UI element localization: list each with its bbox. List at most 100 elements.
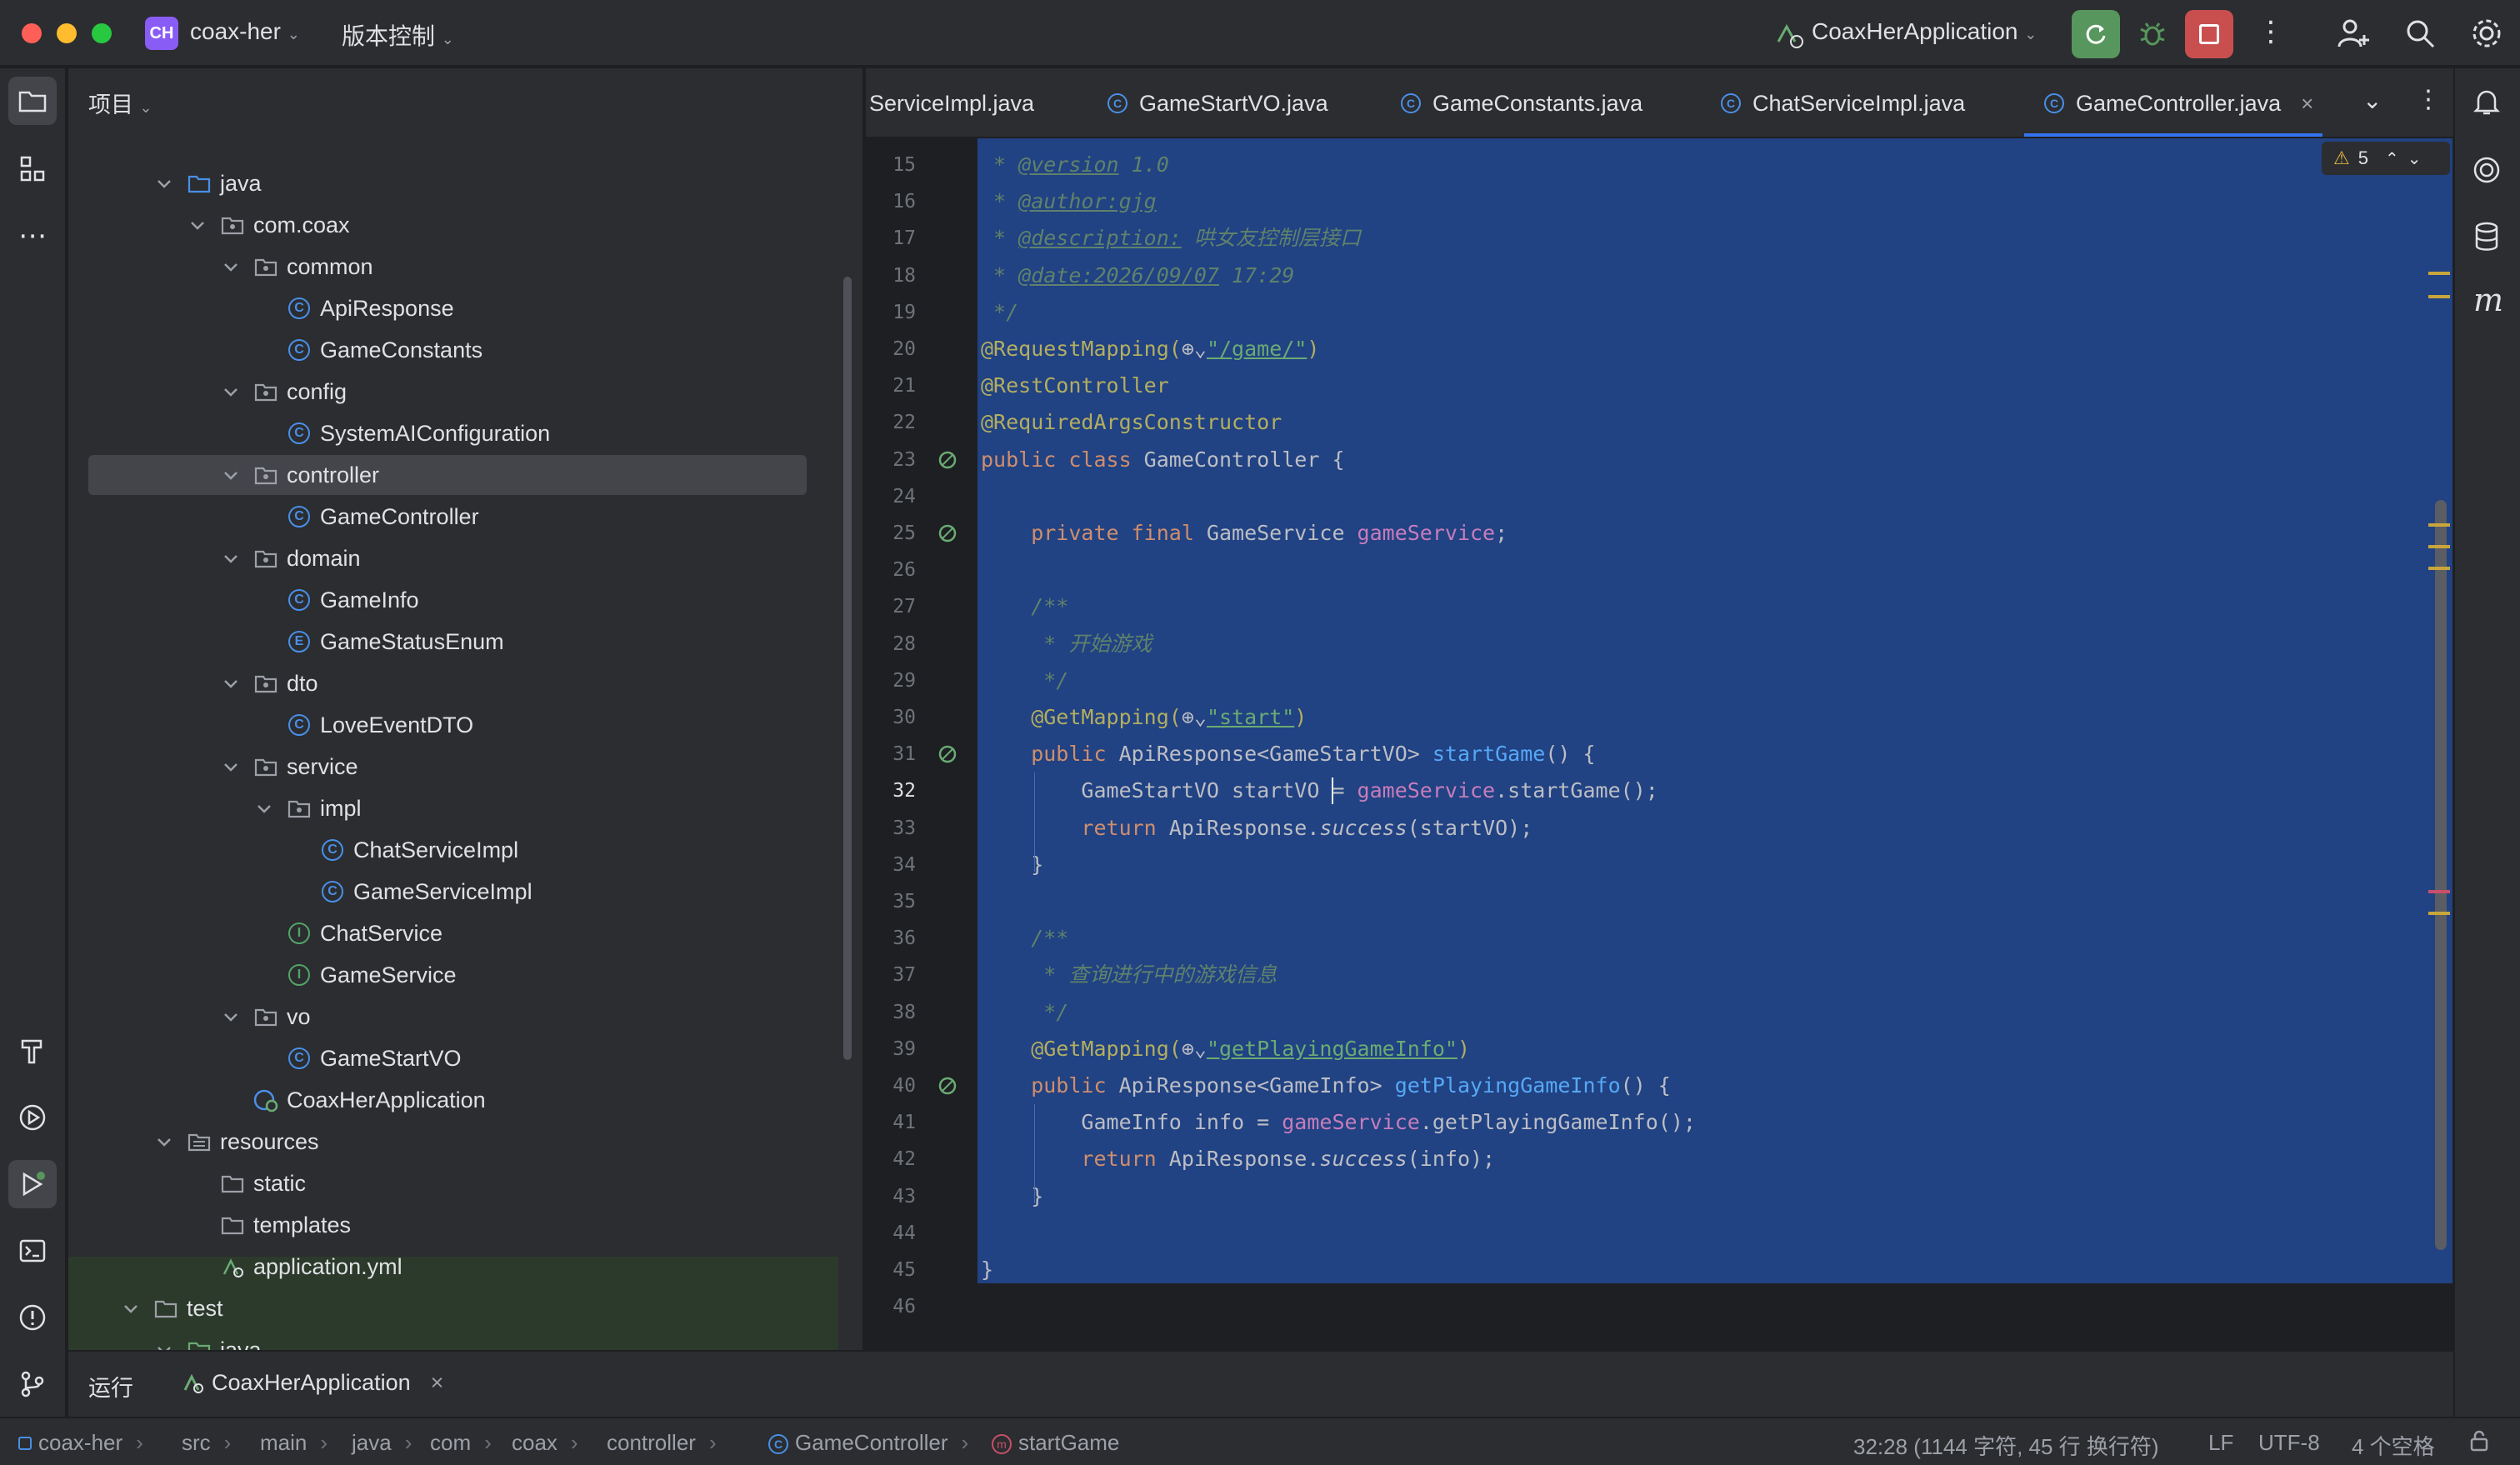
chevron-down-icon[interactable] [155, 174, 173, 192]
code-line[interactable]: @GetMapping(⊕⌄"start") [981, 699, 1307, 736]
more-tools-button[interactable]: ⋯ [8, 212, 57, 260]
lock-icon[interactable] [2467, 1428, 2492, 1453]
zoom-window-button[interactable] [92, 23, 112, 43]
close-tab-icon[interactable]: × [2301, 91, 2313, 117]
tree-item[interactable]: domain [68, 538, 852, 578]
tree-item[interactable]: test [68, 1288, 852, 1328]
endpoint-icon[interactable] [936, 742, 961, 768]
structure-tool-button[interactable] [8, 145, 57, 193]
code-line[interactable]: } [981, 1252, 993, 1288]
close-window-button[interactable] [22, 23, 42, 43]
settings-button[interactable] [2470, 17, 2503, 50]
vcs-dropdown[interactable]: 版本控制 ⌄ [342, 18, 454, 52]
line-number[interactable]: 27 [866, 588, 916, 625]
line-number[interactable]: 33 [866, 810, 916, 847]
tree-item[interactable]: controller [68, 455, 852, 495]
run-tool-button[interactable] [8, 1160, 57, 1208]
close-run-tab-icon[interactable]: × [431, 1370, 444, 1396]
bean-icon[interactable] [936, 448, 961, 473]
line-number[interactable]: 16 [866, 183, 916, 220]
build-tool-button[interactable] [8, 1027, 57, 1075]
code-line[interactable]: */ [981, 994, 1068, 1031]
ai-assistant-button[interactable] [2470, 153, 2503, 187]
tab-gamestartvo[interactable]: C GameStartVO.java [1108, 68, 1328, 137]
debug-button[interactable] [2132, 13, 2173, 55]
tree-item[interactable]: resources [68, 1122, 852, 1162]
tree-item[interactable]: C GameInfo [68, 580, 852, 620]
line-number[interactable]: 40 [866, 1068, 916, 1104]
run-tab[interactable]: CoaxHerApplication × [182, 1370, 443, 1396]
tab-list-button[interactable]: ⌄ [2362, 87, 2382, 114]
tree-item[interactable]: E GameStatusEnum [68, 622, 852, 662]
tree-item[interactable]: service [68, 747, 852, 787]
tree-item[interactable]: C GameController [68, 497, 852, 537]
tab-gameconstants[interactable]: C GameConstants.java [1401, 68, 1642, 137]
line-number[interactable]: 21 [866, 368, 916, 404]
line-number[interactable]: 24 [866, 478, 916, 515]
stop-button[interactable] [2185, 10, 2233, 58]
tab-serviceimpl[interactable]: ServiceImpl.java [869, 68, 1034, 137]
tree-item[interactable]: C SystemAIConfiguration [68, 413, 852, 453]
chevron-down-icon[interactable] [222, 1008, 240, 1026]
maven-button[interactable]: m [2473, 282, 2503, 318]
tab-chatserviceimpl[interactable]: C ChatServiceImpl.java [1721, 68, 1965, 137]
code-line[interactable]: @RequiredArgsConstructor [981, 404, 1282, 441]
breadcrumb-item[interactable]: java › [352, 1430, 412, 1456]
code-line[interactable]: * @author:gjg [981, 183, 1157, 220]
tree-item[interactable]: I GameService [68, 955, 852, 995]
file-encoding[interactable]: UTF-8 [2258, 1430, 2320, 1456]
line-number[interactable]: 19 [866, 294, 916, 331]
code-line[interactable]: @RestController [981, 368, 1169, 404]
code-line[interactable]: * @description: 哄女友控制层接口 [981, 220, 1361, 257]
code-line[interactable]: return ApiResponse.success(startVO); [981, 810, 1532, 847]
tree-item[interactable]: C GameConstants [68, 330, 852, 370]
chevron-down-icon[interactable] [222, 382, 240, 401]
tree-item[interactable]: static [68, 1163, 852, 1203]
breadcrumb-item[interactable]: C GameController › [768, 1430, 968, 1456]
line-number[interactable]: 45 [866, 1252, 916, 1288]
code-line[interactable]: public ApiResponse<GameInfo> getPlayingG… [981, 1068, 1671, 1104]
code-line[interactable]: @GetMapping(⊕⌄"getPlayingGameInfo") [981, 1031, 1470, 1068]
chevron-down-icon[interactable] [122, 1299, 140, 1318]
search-button[interactable] [2403, 17, 2437, 50]
code-lines[interactable]: * @version 1.0 * @author:gjg * @descript… [981, 147, 2448, 1330]
code-line[interactable]: * 查询进行中的游戏信息 [981, 957, 1277, 993]
next-highlight-icon[interactable]: ⌄ [2408, 148, 2422, 169]
line-number[interactable]: 39 [866, 1031, 916, 1068]
previous-highlight-icon[interactable]: ⌃ [2385, 148, 2399, 169]
breadcrumb-item[interactable]: com › [430, 1430, 492, 1456]
tree-item[interactable]: common [68, 247, 852, 287]
code-line[interactable]: public class GameController { [981, 442, 1345, 478]
code-line[interactable]: GameStartVO startVO = gameService.startG… [981, 772, 1658, 809]
tree-item[interactable]: C GameStartVO [68, 1038, 852, 1078]
line-number[interactable]: 22 [866, 404, 916, 441]
code-line[interactable]: GameInfo info = gameService.getPlayingGa… [981, 1104, 1696, 1141]
chevron-down-icon[interactable] [255, 799, 273, 818]
line-number[interactable]: 15 [866, 147, 916, 183]
line-number[interactable]: 44 [866, 1215, 916, 1252]
breadcrumb-item[interactable]: controller › [607, 1430, 717, 1456]
code-line[interactable]: public ApiResponse<GameStartVO> startGam… [981, 736, 1595, 772]
more-actions-button[interactable]: ⋮ [2257, 15, 2285, 48]
code-line[interactable]: /** [981, 920, 1068, 957]
breadcrumb-item[interactable]: src › [182, 1430, 231, 1456]
line-number[interactable]: 23 [866, 442, 916, 478]
line-number[interactable]: 32 [866, 772, 916, 809]
tree-item[interactable]: impl [68, 788, 852, 828]
line-number[interactable]: 35 [866, 883, 916, 920]
code-line[interactable]: @RequestMapping(⊕⌄"/game/") [981, 331, 1319, 368]
code-line[interactable]: /** [981, 588, 1068, 625]
line-number[interactable]: 18 [866, 258, 916, 294]
tree-item[interactable]: java [68, 163, 852, 203]
tree-item[interactable]: dto [68, 663, 852, 703]
run-config-dropdown[interactable]: CoaxHerApplication ⌄ [1812, 18, 2037, 45]
editor-more-button[interactable]: ⋮ [2416, 85, 2441, 114]
notifications-button[interactable] [2470, 85, 2503, 118]
chevron-down-icon[interactable] [155, 1132, 173, 1151]
tree-item[interactable]: vo [68, 997, 852, 1037]
code-line[interactable]: * @version 1.0 [981, 147, 1169, 183]
tree-item[interactable]: C ChatServiceImpl [68, 830, 852, 870]
endpoint-icon[interactable] [936, 1074, 961, 1099]
breadcrumb-item[interactable]: coax-her › [18, 1430, 143, 1456]
bean-icon[interactable] [936, 522, 961, 547]
